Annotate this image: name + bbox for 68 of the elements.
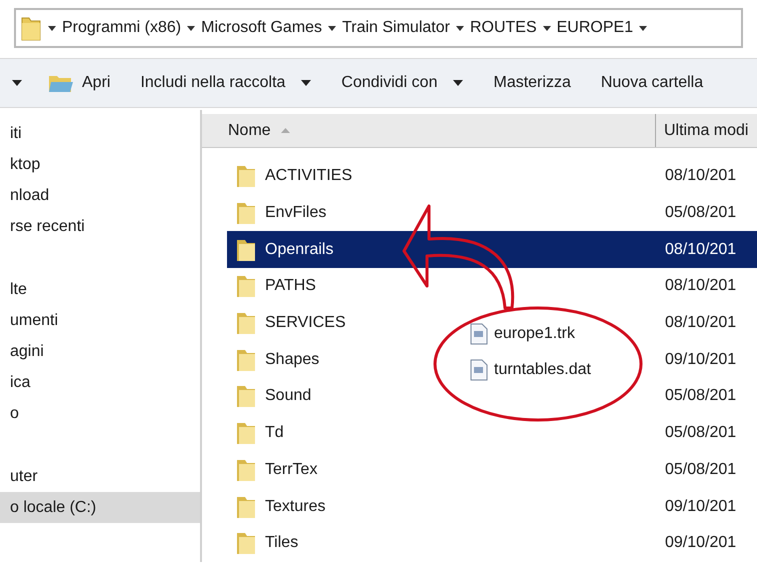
folder-icon	[235, 530, 257, 556]
file-date: 08/10/201	[665, 276, 736, 296]
file-name: Tiles	[265, 534, 298, 552]
folder-icon	[235, 163, 257, 190]
folder-icon	[235, 310, 257, 336]
file-date: 05/08/201	[665, 203, 736, 224]
sidebar-item[interactable]: ktop	[0, 149, 200, 180]
file-name: ACTIVITIES	[265, 167, 352, 184]
file-date: 05/08/201	[665, 386, 736, 406]
file-name: SERVICES	[265, 314, 346, 332]
file-name: PATHS	[265, 277, 316, 294]
sidebar-item[interactable]: nload	[0, 180, 200, 211]
crumb-separator-icon[interactable]	[48, 26, 56, 30]
sidebar-item[interactable]: lte	[0, 274, 200, 305]
crumb-separator-icon[interactable]	[456, 26, 464, 30]
file-name: europe1.trk	[494, 324, 575, 344]
file-name: TerrTex	[265, 460, 318, 478]
folder-icon	[235, 273, 257, 300]
address-bar[interactable]: Programmi (x86) Microsoft Games Train Simulator ROUTES EUROPE1	[14, 8, 743, 48]
file-date: 05/08/201	[665, 460, 736, 480]
column-header[interactable]: Ultima modi	[656, 114, 757, 147]
file-date: 09/10/201	[665, 533, 736, 554]
file-name: Sound	[265, 387, 312, 404]
file-icon	[470, 323, 488, 345]
folder-icon	[235, 383, 257, 410]
sidebar-item[interactable]: o	[0, 398, 200, 429]
sidebar-item[interactable]: iti	[0, 118, 200, 149]
sidebar-item[interactable]: umenti	[0, 305, 200, 336]
caret-icon	[453, 80, 464, 86]
file-date: 08/10/201	[665, 240, 736, 260]
crumb-separator-icon[interactable]	[187, 26, 196, 30]
file-icon	[470, 359, 488, 381]
sidebar-item[interactable]: o locale (C:)	[0, 492, 200, 523]
file-name: EnvFiles	[265, 204, 326, 222]
sidebar-item[interactable]: uter	[0, 461, 200, 492]
file-row[interactable]: Openrails 08/10/201	[227, 231, 757, 268]
crumb-separator-icon[interactable]	[328, 26, 336, 30]
file-name: Td	[265, 424, 284, 442]
toolbar-button[interactable]: Condividi con	[341, 71, 464, 95]
breadcrumb[interactable]: EUROPE1	[556, 16, 634, 40]
file-date: 08/10/201	[665, 313, 736, 334]
folder-icon	[235, 420, 257, 446]
caret-icon[interactable]	[12, 80, 22, 86]
file-date: 05/08/201	[665, 423, 736, 444]
sidebar-item[interactable]: rse recenti	[0, 211, 200, 242]
toolbar-button[interactable]: Apri	[48, 71, 110, 95]
breadcrumb[interactable]: Train Simulator	[342, 16, 450, 40]
breadcrumb[interactable]: Programmi (x86)	[62, 16, 182, 40]
file-name: turntables.dat	[494, 360, 591, 380]
file-name: Textures	[265, 498, 326, 515]
breadcrumb[interactable]: Microsoft Games	[201, 16, 322, 40]
sidebar-item[interactable]: ica	[0, 367, 200, 398]
toolbar-button[interactable]: Nuova cartella	[600, 71, 704, 95]
file-name: Openrails	[265, 240, 334, 258]
breadcrumb[interactable]: ROUTES	[470, 16, 537, 40]
file-date: 08/10/201	[665, 166, 736, 186]
column-header[interactable]: Nome	[202, 114, 656, 147]
toolbar-button[interactable]: Masterizza	[493, 71, 571, 95]
file-name: Shapes	[265, 350, 320, 368]
sort-icon	[280, 128, 290, 133]
file-date: 09/10/201	[665, 350, 736, 370]
toolbar-button[interactable]: Includi nella raccolta	[140, 71, 312, 95]
file-date: 09/10/201	[665, 496, 736, 517]
folder-icon	[235, 200, 257, 226]
sidebar-item[interactable]: agini	[0, 336, 200, 367]
dropdown-icon[interactable]	[639, 26, 648, 30]
crumb-separator-icon[interactable]	[542, 26, 551, 30]
caret-icon	[301, 80, 312, 86]
